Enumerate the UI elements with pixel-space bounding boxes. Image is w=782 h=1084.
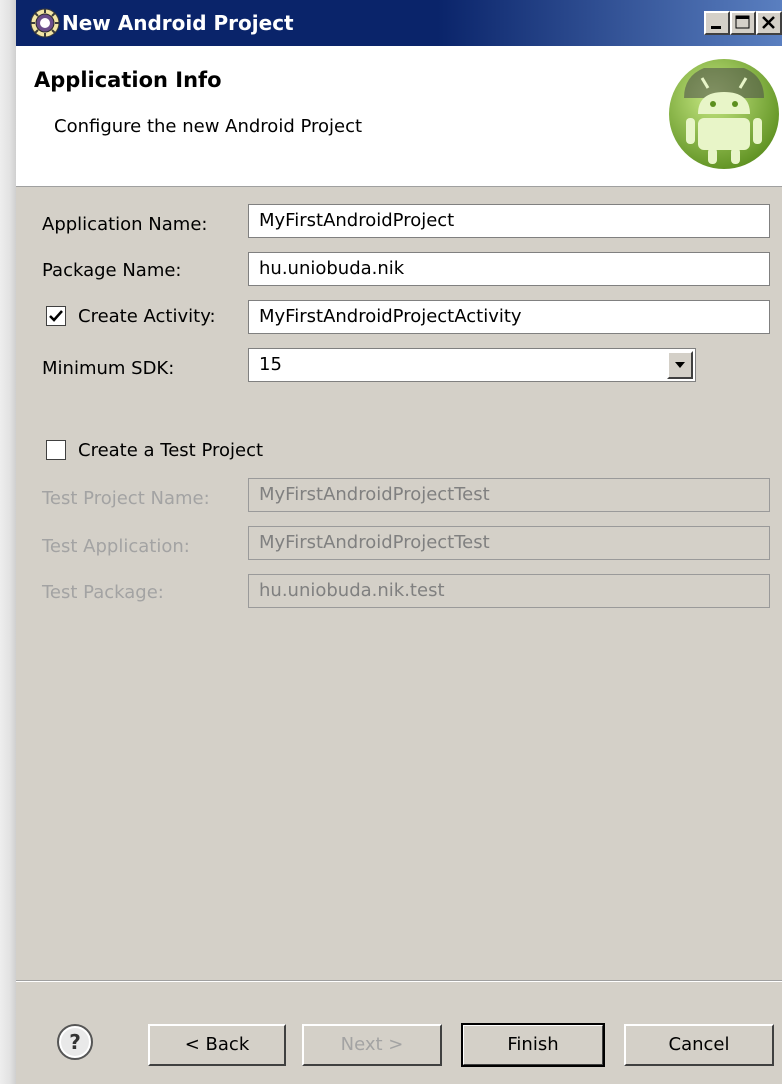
- package-name-input[interactable]: hu.uniobuda.nik: [248, 252, 770, 286]
- minimum-sdk-value: 15: [259, 354, 282, 375]
- eclipse-gear-icon: [30, 8, 60, 38]
- finish-button[interactable]: Finish: [461, 1023, 605, 1067]
- create-test-project-checkbox[interactable]: [46, 440, 66, 460]
- back-button[interactable]: < Back: [148, 1024, 286, 1066]
- page-title: Application Info: [34, 68, 222, 92]
- dropdown-button[interactable]: [667, 351, 693, 379]
- page-description: Configure the new Android Project: [54, 116, 363, 137]
- maximize-icon: [735, 15, 750, 29]
- application-name-input[interactable]: MyFirstAndroidProject: [248, 204, 770, 238]
- android-logo-icon: [669, 59, 779, 169]
- checkmark-icon: [49, 310, 63, 322]
- test-project-name-label: Test Project Name:: [42, 488, 210, 509]
- test-application-input[interactable]: MyFirstAndroidProjectTest: [248, 526, 770, 560]
- title-bar[interactable]: New Android Project: [16, 0, 782, 46]
- footer-separator: [16, 980, 782, 982]
- new-android-project-dialog: New Android Project Application Info Con…: [16, 0, 782, 1084]
- cancel-button[interactable]: Cancel: [624, 1024, 774, 1066]
- chevron-down-icon: [675, 362, 685, 368]
- create-activity-checkbox[interactable]: [46, 306, 66, 326]
- minimum-sdk-label: Minimum SDK:: [42, 358, 175, 379]
- maximize-button[interactable]: [730, 11, 756, 35]
- test-package-label: Test Package:: [42, 582, 164, 603]
- help-icon[interactable]: ?: [56, 1023, 94, 1061]
- window-title: New Android Project: [62, 11, 294, 35]
- create-activity-input[interactable]: MyFirstAndroidProjectActivity: [248, 300, 770, 334]
- test-application-label: Test Application:: [42, 536, 190, 557]
- svg-text:?: ?: [69, 1030, 81, 1054]
- create-test-project-label: Create a Test Project: [78, 440, 264, 461]
- background-strip: [0, 0, 16, 1084]
- application-name-label: Application Name:: [42, 214, 208, 235]
- minimize-button[interactable]: [704, 11, 730, 35]
- wizard-header: Application Info Configure the new Andro…: [16, 46, 782, 187]
- close-icon: [762, 16, 775, 29]
- test-package-input[interactable]: hu.uniobuda.nik.test: [248, 574, 770, 608]
- package-name-label: Package Name:: [42, 260, 182, 281]
- close-button[interactable]: [756, 11, 782, 35]
- next-button[interactable]: Next >: [302, 1024, 442, 1066]
- minimum-sdk-select[interactable]: 15: [248, 348, 696, 382]
- test-project-name-input[interactable]: MyFirstAndroidProjectTest: [248, 478, 770, 512]
- minimize-icon: [711, 26, 721, 29]
- create-activity-label: Create Activity:: [78, 306, 216, 327]
